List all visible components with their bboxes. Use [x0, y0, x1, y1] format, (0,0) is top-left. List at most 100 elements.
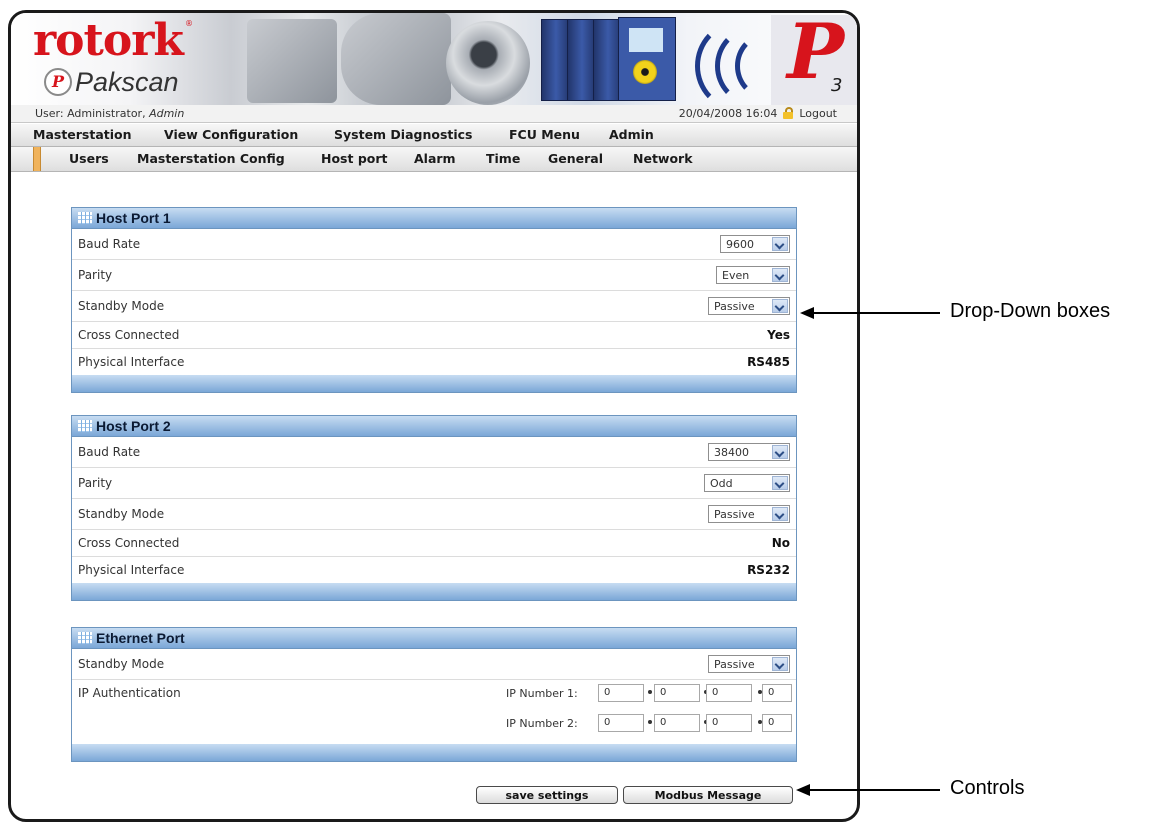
ip1-octet-3[interactable]: 0 — [706, 684, 752, 702]
submenu-general[interactable]: General — [548, 147, 603, 171]
ethernet-port-panel: Ethernet Port Standby Mode Passive IP Au… — [71, 627, 797, 762]
ip2-octet-4[interactable]: 0 — [762, 714, 792, 732]
parity-value: Even — [722, 269, 750, 282]
parity-select[interactable]: Odd — [704, 474, 790, 492]
submenu-users[interactable]: Users — [69, 147, 109, 171]
menu-fcu-menu[interactable]: FCU Menu — [509, 124, 580, 146]
baud-rate-select[interactable]: 38400 — [708, 443, 790, 461]
main-menu: Masterstation View Configuration System … — [11, 124, 857, 147]
p3-logo-number: 3 — [831, 75, 843, 96]
pakscan-logo-text: Pakscan — [75, 67, 179, 97]
host-port-1-panel: Host Port 1 Baud Rate 9600 Parity Even S… — [71, 207, 797, 393]
controls-pointer-line — [808, 789, 940, 791]
actuator-image — [341, 13, 451, 105]
submenu-masterstation-config[interactable]: Masterstation Config — [137, 147, 285, 171]
user-prefix: User: Administrator, — [35, 107, 146, 120]
panel-title: Ethernet Port — [96, 630, 185, 646]
ip2-octet-1[interactable]: 0 — [598, 714, 644, 732]
chevron-down-icon[interactable] — [772, 237, 788, 251]
standby-mode-select[interactable]: Passive — [708, 505, 790, 523]
panel-footer — [72, 375, 796, 392]
parity-row: Parity Odd — [72, 468, 796, 499]
submenu-time[interactable]: Time — [486, 147, 520, 171]
ip2-octet-3[interactable]: 0 — [706, 714, 752, 732]
standby-mode-value: Passive — [714, 508, 755, 521]
submenu-marker — [33, 147, 41, 171]
datetime: 20/04/2008 16:04 — [678, 107, 778, 120]
cross-connected-row: Cross Connected No — [72, 530, 796, 557]
baud-rate-value: 9600 — [726, 238, 754, 251]
ip2-octet-2[interactable]: 0 — [654, 714, 700, 732]
baud-rate-row: Baud Rate 38400 — [72, 437, 796, 468]
user-role: Admin — [149, 107, 185, 120]
physical-interface-value: RS485 — [747, 355, 790, 369]
menu-admin[interactable]: Admin — [609, 124, 654, 146]
parity-select[interactable]: Even — [716, 266, 790, 284]
menu-system-diagnostics[interactable]: System Diagnostics — [334, 124, 473, 146]
logout-link[interactable]: Logout — [799, 107, 837, 120]
physical-interface-value: RS232 — [747, 563, 790, 577]
menu-view-configuration[interactable]: View Configuration — [164, 124, 298, 146]
ip1-octet-1[interactable]: 0 — [598, 684, 644, 702]
chevron-down-icon[interactable] — [772, 268, 788, 282]
pakscan-logo-badge: P — [44, 68, 72, 96]
panel-title: Host Port 2 — [96, 418, 171, 434]
parity-label: Parity — [78, 476, 113, 490]
panel-header: Host Port 1 — [72, 208, 796, 229]
baud-rate-row: Baud Rate 9600 — [72, 229, 796, 260]
ip-authentication-row: IP Authentication IP Number 1: 0 0 0 0 I… — [72, 680, 796, 744]
sub-menu: Users Masterstation Config Host port Ala… — [11, 147, 857, 172]
physical-interface-row: Physical Interface RS232 — [72, 557, 796, 583]
rotork-logo: rotork — [33, 15, 184, 66]
grid-icon — [78, 632, 92, 644]
standby-mode-row: Standby Mode Passive — [72, 649, 796, 680]
modbus-message-button[interactable]: Modbus Message — [623, 786, 793, 804]
ip-number-2-label: IP Number 2: — [506, 717, 578, 730]
standby-mode-value: Passive — [714, 658, 755, 671]
panel-header: Ethernet Port — [72, 628, 796, 649]
baud-rate-select[interactable]: 9600 — [720, 235, 790, 253]
chevron-down-icon[interactable] — [772, 507, 788, 521]
baud-rate-label: Baud Rate — [78, 445, 141, 459]
chevron-down-icon[interactable] — [772, 445, 788, 459]
chevron-down-icon[interactable] — [772, 476, 788, 490]
submenu-network[interactable]: Network — [633, 147, 693, 171]
chevron-down-icon[interactable] — [772, 657, 788, 671]
parity-value: Odd — [710, 477, 733, 490]
grid-icon — [78, 212, 92, 224]
submenu-alarm[interactable]: Alarm — [414, 147, 456, 171]
chevron-down-icon[interactable] — [772, 299, 788, 313]
cross-connected-value: Yes — [767, 328, 790, 342]
standby-mode-select[interactable]: Passive — [708, 655, 790, 673]
ip-authentication-label: IP Authentication — [78, 686, 181, 700]
standby-mode-row: Standby Mode Passive — [72, 291, 796, 322]
panel-screen — [629, 28, 663, 52]
standby-mode-label: Standby Mode — [78, 507, 165, 521]
masterstation-panel-image — [618, 17, 676, 101]
standby-mode-label: Standby Mode — [78, 657, 165, 671]
dropdown-annotation: Drop-Down boxes — [950, 300, 1111, 322]
header-banner: rotork ® P Pakscan P 3 — [11, 13, 857, 111]
panel-title: Host Port 1 — [96, 210, 171, 226]
baud-rate-label: Baud Rate — [78, 237, 141, 251]
ip1-octet-2[interactable]: 0 — [654, 684, 700, 702]
ip-dot — [648, 720, 652, 724]
panel-footer — [72, 583, 796, 600]
cross-connected-label: Cross Connected — [78, 328, 180, 342]
standby-mode-label: Standby Mode — [78, 299, 165, 313]
dropdown-pointer-line — [812, 312, 940, 314]
standby-mode-select[interactable]: Passive — [708, 297, 790, 315]
baud-rate-value: 38400 — [714, 446, 749, 459]
ip1-octet-4[interactable]: 0 — [762, 684, 792, 702]
standby-mode-row: Standby Mode Passive — [72, 499, 796, 530]
user-info: User: Administrator, Admin — [35, 105, 184, 122]
host-port-2-panel: Host Port 2 Baud Rate 38400 Parity Odd S… — [71, 415, 797, 601]
panel-header: Host Port 2 — [72, 416, 796, 437]
ip-number-1: IP Number 1: 0 0 0 0 — [506, 684, 792, 702]
panel-footer — [72, 744, 796, 761]
actuator-image — [247, 19, 337, 103]
submenu-host-port[interactable]: Host port — [321, 147, 388, 171]
menu-masterstation[interactable]: Masterstation — [33, 124, 132, 146]
panel-knob — [633, 60, 657, 84]
save-settings-button[interactable]: save settings — [476, 786, 618, 804]
